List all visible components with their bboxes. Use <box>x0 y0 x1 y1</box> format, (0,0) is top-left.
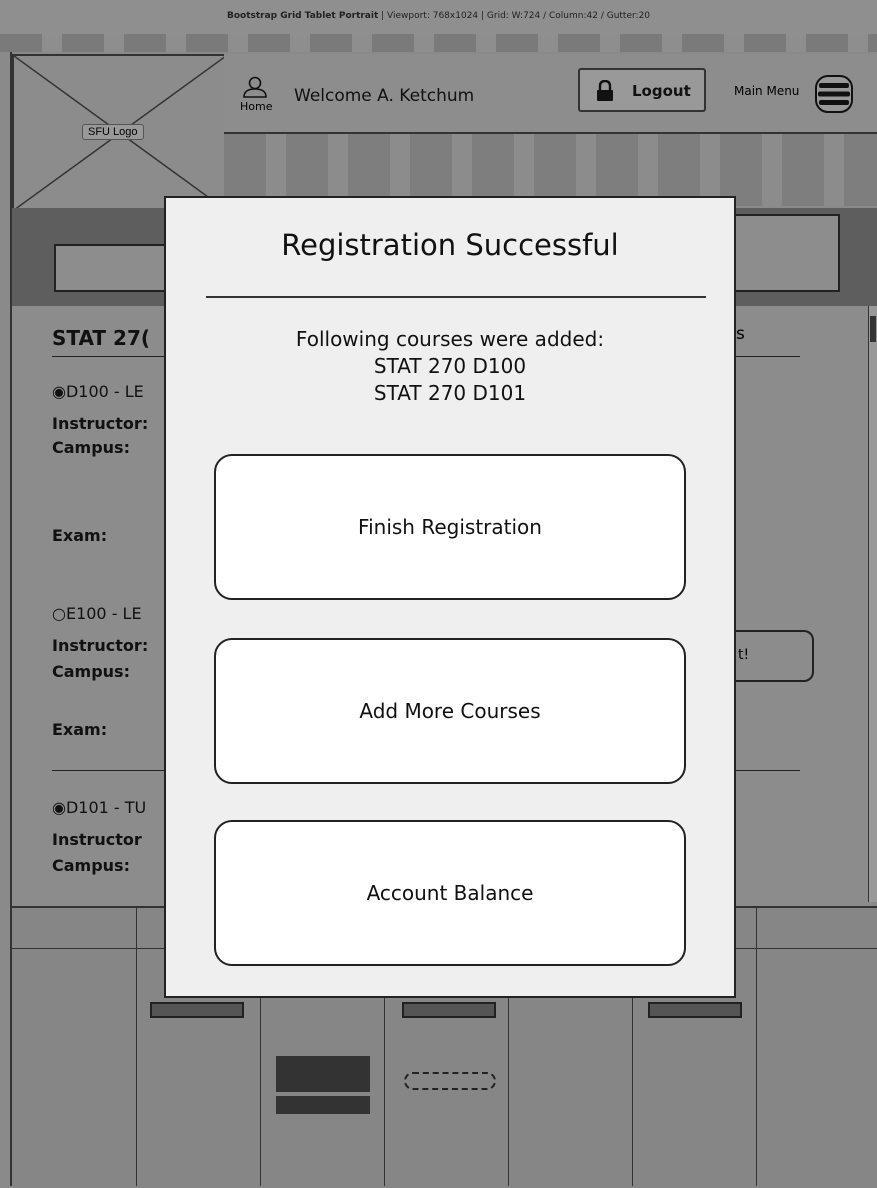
footer-column-line <box>136 906 137 1186</box>
logout-label: Logout <box>632 82 691 100</box>
grid-caption: Bootstrap Grid Tablet Portrait | Viewpor… <box>0 0 877 34</box>
added-course: STAT 270 D100 <box>373 354 527 378</box>
campus-label: Campus: <box>52 662 130 681</box>
modal-message: Following courses were added: STAT 270 D… <box>166 326 734 407</box>
add-more-courses-button[interactable]: Add More Courses <box>214 638 686 784</box>
course-title: STAT 27( <box>52 326 150 350</box>
footer-bar <box>648 1002 742 1018</box>
instructor-label: Instructor: <box>52 636 149 655</box>
logo-placeholder[interactable]: SFU Logo <box>12 54 228 212</box>
welcome-text: Welcome A. Ketchum <box>294 86 475 106</box>
right-panel-button[interactable]: t! <box>736 630 814 682</box>
footer-block <box>276 1096 370 1114</box>
account-balance-label: Account Balance <box>366 881 534 905</box>
instructor-label: Instructor <box>52 830 142 849</box>
grid-columns-overlay <box>0 34 877 52</box>
footer-dashed-placeholder <box>404 1072 496 1090</box>
instructor-label: Instructor: <box>52 414 149 433</box>
exam-label: Exam: <box>52 720 108 739</box>
home-link[interactable]: Home <box>240 76 273 113</box>
footer-block <box>276 1056 370 1092</box>
scrollbar[interactable] <box>868 306 877 902</box>
right-panel-underline <box>734 356 800 357</box>
add-more-courses-label: Add More Courses <box>359 699 541 723</box>
main-menu-label: Main Menu <box>734 84 800 98</box>
grid-caption-title: Bootstrap Grid Tablet Portrait <box>226 11 379 21</box>
scrollbar-thumb[interactable] <box>870 316 876 342</box>
course-title-underline <box>52 356 172 357</box>
section-radio-d100[interactable]: ◉D100 - LE <box>52 382 144 401</box>
right-panel-divider <box>734 770 800 771</box>
logo-label: SFU Logo <box>82 124 144 140</box>
finish-registration-label: Finish Registration <box>358 515 542 539</box>
hamburger-menu-icon[interactable] <box>814 74 854 114</box>
campus-label: Campus: <box>52 438 130 457</box>
footer-bar <box>150 1002 244 1018</box>
footer-bar <box>402 1002 496 1018</box>
right-panel-heading: s <box>736 324 745 344</box>
section-radio-e100[interactable]: ○E100 - LE <box>52 604 142 623</box>
modal-divider <box>206 296 706 298</box>
logout-button[interactable]: Logout <box>578 68 706 112</box>
footer-column-line <box>756 906 757 1186</box>
home-person-icon <box>243 76 267 98</box>
finish-registration-button[interactable]: Finish Registration <box>214 454 686 600</box>
campus-label: Campus: <box>52 856 130 875</box>
account-balance-button[interactable]: Account Balance <box>214 820 686 966</box>
search-box-right[interactable] <box>734 214 840 292</box>
modal-title: Registration Successful <box>281 228 619 262</box>
grid-caption-detail: | Viewport: 768x1024 | Grid: W:724 / Col… <box>378 11 651 21</box>
added-course: STAT 270 D101 <box>373 381 527 405</box>
section-radio-d101[interactable]: ◉D101 - TU <box>52 798 146 817</box>
header: Home Welcome A. Ketchum Logout Main Menu <box>224 54 877 134</box>
home-label: Home <box>240 100 273 113</box>
lock-icon <box>597 80 613 101</box>
modal-message-line: Following courses were added: <box>295 327 605 351</box>
section-divider <box>52 770 172 771</box>
exam-label: Exam: <box>52 526 108 545</box>
registration-success-modal: Registration Successful Following course… <box>164 196 736 998</box>
